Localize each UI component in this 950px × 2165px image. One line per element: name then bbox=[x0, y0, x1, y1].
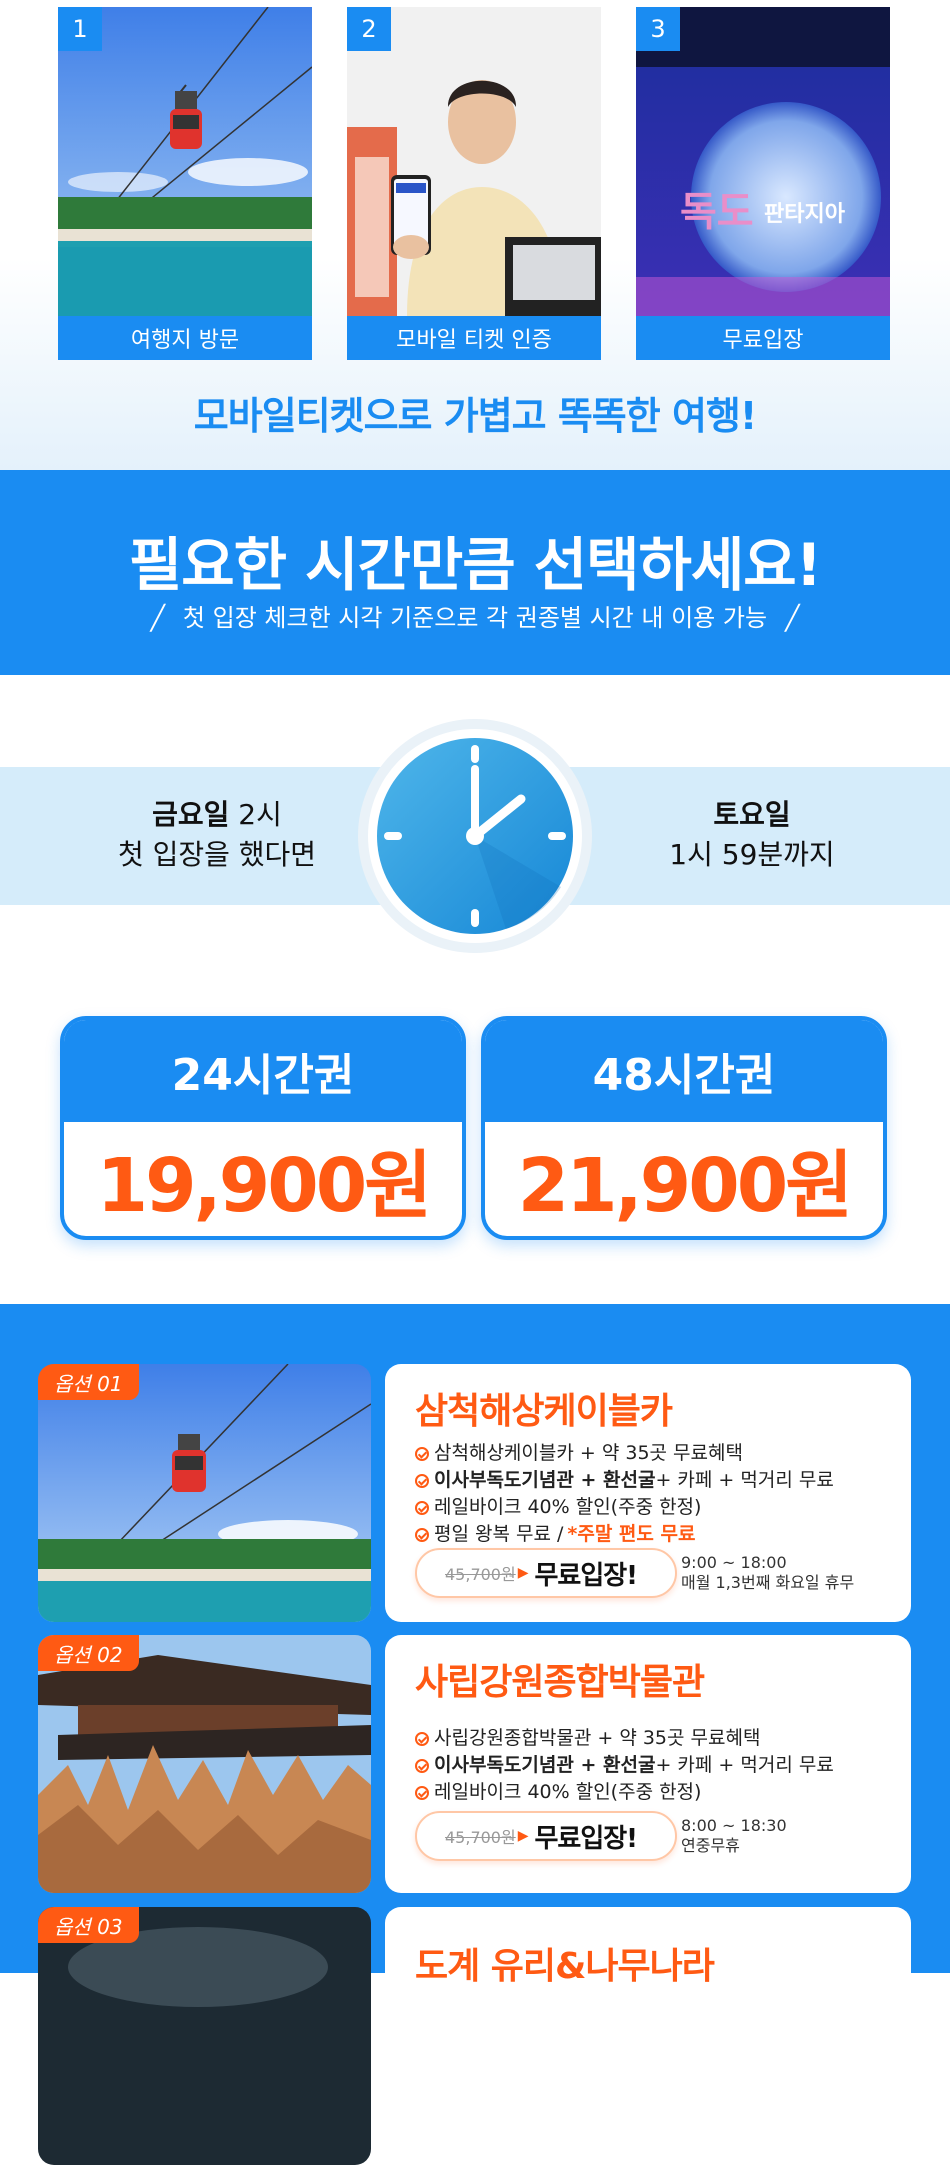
example-start-line2: 첫 입장을 했다면 bbox=[117, 838, 317, 871]
check-icon bbox=[415, 1731, 429, 1746]
check-icon bbox=[415, 1446, 429, 1461]
benefit-item: 이사부독도기념관 + 환선굴 + 카페 + 먹거리 무료 bbox=[415, 1467, 834, 1494]
time-selection-banner: 필요한 시간만큼 선택하세요! ╱ 첫 입장 체크한 시각 기준으로 각 권종별 … bbox=[0, 470, 950, 675]
example-end-line2: 1시 59분까지 bbox=[669, 838, 835, 871]
time-subline-text: 첫 입장 체크한 시각 기준으로 각 권종별 시간 내 이용 가능 bbox=[182, 604, 768, 632]
benefit-text: + 카페 + 먹거리 무료 bbox=[655, 1754, 834, 1776]
benefit-text: 평일 왕복 무료 / bbox=[434, 1523, 564, 1545]
step-card-visit: 1 여행지 방문 bbox=[58, 7, 312, 360]
option-tag: 옵션 01 bbox=[38, 1364, 139, 1400]
option-02-card[interactable]: 사립강원종합박물관 사립강원종합박물관 + 약 35곳 무료혜택 이사부독도기념… bbox=[385, 1635, 911, 1893]
benefit-highlight: *주말 편도 무료 bbox=[567, 1523, 696, 1545]
museum-photo bbox=[38, 1635, 371, 1893]
closed-days: 매월 1,3번째 화요일 휴무 bbox=[681, 1573, 855, 1592]
example-end-day: 토요일 bbox=[713, 798, 791, 831]
slash-icon: ╱ bbox=[785, 604, 800, 632]
option-02-image: 옵션 02 bbox=[38, 1635, 371, 1893]
check-icon bbox=[415, 1758, 429, 1773]
option-title: 삼척해상케이블카 bbox=[415, 1391, 673, 1432]
option-benefits: 삼척해상케이블카 + 약 35곳 무료혜택 이사부독도기념관 + 환선굴 + 카… bbox=[415, 1440, 834, 1548]
options-section: 옵션 01 삼척해상케이블카 삼척해상케이블카 + 약 35곳 무료혜택 이사부… bbox=[0, 1304, 950, 2165]
benefit-item: 사립강원종합박물관 + 약 35곳 무료혜택 bbox=[415, 1725, 834, 1752]
option-01-card[interactable]: 삼척해상케이블카 삼척해상케이블카 + 약 35곳 무료혜택 이사부독도기념관 … bbox=[385, 1364, 911, 1622]
slash-icon: ╱ bbox=[150, 604, 165, 632]
check-icon bbox=[415, 1473, 429, 1488]
option-tag: 옵션 02 bbox=[38, 1635, 139, 1671]
sign-small: 판타지아 bbox=[764, 202, 846, 227]
open-hours: 9:00 ~ 18:00 bbox=[681, 1553, 787, 1572]
check-icon bbox=[415, 1785, 429, 1800]
benefit-item: 레일바이크 40% 할인(주중 한정) bbox=[415, 1494, 834, 1521]
arrow-right-icon: ▶ bbox=[517, 1828, 529, 1844]
check-icon bbox=[415, 1527, 429, 1542]
step-number: 2 bbox=[347, 7, 391, 51]
option-hours: 8:00 ~ 18:30 연중무휴 bbox=[681, 1816, 787, 1856]
option-03-image: 옵션 03 bbox=[38, 1907, 371, 2165]
arrow-right-icon: ▶ bbox=[517, 1565, 529, 1581]
ticket-card-24h[interactable]: 24시간권 19,900원 bbox=[60, 1016, 466, 1240]
steps-section: 1 여행지 방문 2 모바일 티켓 인증 독도 판타지아 3 무료입장 모바일티… bbox=[0, 0, 950, 470]
free-label: 무료입장! bbox=[534, 1560, 639, 1591]
benefit-text: + 카페 + 먹거리 무료 bbox=[655, 1469, 834, 1491]
step-caption: 모바일 티켓 인증 bbox=[347, 316, 601, 360]
benefit-text: 사립강원종합박물관 + 약 35곳 무료혜택 bbox=[434, 1727, 761, 1749]
check-icon bbox=[415, 1500, 429, 1515]
clock-icon bbox=[358, 719, 592, 953]
option-03-card[interactable]: 도계 유리&나무나라 bbox=[385, 1907, 911, 2165]
benefit-item: 평일 왕복 무료 / *주말 편도 무료 bbox=[415, 1521, 834, 1548]
benefit-text: 레일바이크 40% 할인(주중 한정) bbox=[434, 1496, 702, 1518]
step-caption: 여행지 방문 bbox=[58, 316, 312, 360]
cable-car-photo bbox=[38, 1364, 371, 1622]
step-number: 1 bbox=[58, 7, 102, 51]
option-hours: 9:00 ~ 18:00 매월 1,3번째 화요일 휴무 bbox=[681, 1553, 854, 1593]
ticket-card-48h[interactable]: 48시간권 21,900원 bbox=[481, 1016, 887, 1240]
person-with-phone-photo bbox=[347, 7, 601, 316]
benefit-bold: 이사부독도기념관 + 환선굴 bbox=[434, 1469, 656, 1491]
benefit-bold: 이사부독도기념관 + 환선굴 bbox=[434, 1754, 656, 1776]
ticket-price: 21,900원 bbox=[517, 1142, 854, 1229]
ticket-name: 48시간권 bbox=[485, 1020, 883, 1122]
option-title: 사립강원종합박물관 bbox=[415, 1662, 705, 1703]
benefit-item: 이사부독도기념관 + 환선굴 + 카페 + 먹거리 무료 bbox=[415, 1752, 834, 1779]
option-benefits: 사립강원종합박물관 + 약 35곳 무료혜택 이사부독도기념관 + 환선굴 + … bbox=[415, 1725, 834, 1806]
ticket-name: 24시간권 bbox=[64, 1020, 462, 1122]
benefit-text: 레일바이크 40% 할인(주중 한정) bbox=[434, 1781, 702, 1803]
benefit-text: 삼척해상케이블카 + 약 35곳 무료혜택 bbox=[434, 1442, 743, 1464]
time-headline: 필요한 시간만큼 선택하세요! bbox=[128, 531, 822, 599]
ticket-price: 19,900원 bbox=[96, 1142, 433, 1229]
option-01-image: 옵션 01 bbox=[38, 1364, 371, 1622]
option-tag: 옵션 03 bbox=[38, 1907, 139, 1943]
original-price: 45,700원 bbox=[445, 1565, 516, 1584]
step-card-free-entry: 독도 판타지아 3 무료입장 bbox=[636, 7, 890, 360]
example-end-text: 토요일 1시 59분까지 bbox=[602, 795, 902, 875]
free-label: 무료입장! bbox=[534, 1823, 639, 1854]
dokdo-fantasia-photo: 독도 판타지아 bbox=[636, 7, 890, 316]
example-start-time: 2시 bbox=[229, 798, 282, 831]
sign-big: 독도 bbox=[680, 189, 754, 235]
glass-wood-photo bbox=[38, 1907, 371, 2165]
free-entry-badge: 45,700원 ▶ 무료입장! bbox=[415, 1548, 677, 1598]
original-price: 45,700원 bbox=[445, 1828, 516, 1847]
step-card-mobile-ticket: 2 모바일 티켓 인증 bbox=[347, 7, 601, 360]
example-start-day: 금요일 bbox=[152, 798, 230, 831]
benefit-item: 삼척해상케이블카 + 약 35곳 무료혜택 bbox=[415, 1440, 834, 1467]
step-number: 3 bbox=[636, 7, 680, 51]
benefit-item: 레일바이크 40% 할인(주중 한정) bbox=[415, 1779, 834, 1806]
cable-car-photo bbox=[58, 7, 312, 316]
steps-tagline: 모바일티켓으로 가볍고 똑똑한 여행! bbox=[193, 394, 757, 438]
open-hours: 8:00 ~ 18:30 bbox=[681, 1816, 787, 1835]
example-start-text: 금요일 2시 첫 입장을 했다면 bbox=[67, 795, 367, 875]
time-subline: ╱ 첫 입장 체크한 시각 기준으로 각 권종별 시간 내 이용 가능 ╱ bbox=[0, 598, 950, 633]
free-entry-badge: 45,700원 ▶ 무료입장! bbox=[415, 1811, 677, 1861]
closed-days: 연중무휴 bbox=[681, 1836, 740, 1855]
option-title: 도계 유리&나무나라 bbox=[415, 1946, 715, 1987]
step-caption: 무료입장 bbox=[636, 316, 890, 360]
